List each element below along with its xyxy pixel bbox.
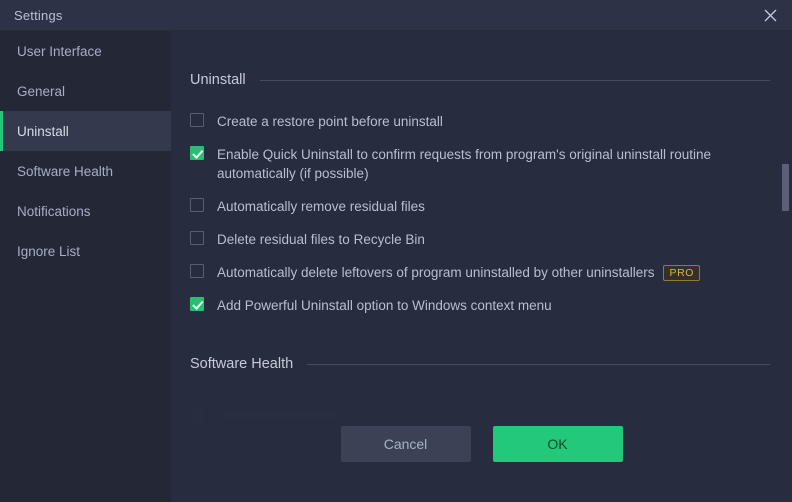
ok-button[interactable]: OK xyxy=(492,426,623,462)
option-label: Automatically delete leftovers of progra… xyxy=(217,263,701,282)
section-uninstall: Uninstall Create a restore point before … xyxy=(190,72,792,315)
sidebar-item-uninstall[interactable]: Uninstall xyxy=(0,111,171,151)
close-icon xyxy=(764,9,777,22)
option-auto-delete-leftovers[interactable]: Automatically delete leftovers of progra… xyxy=(190,263,792,282)
section-divider xyxy=(259,79,770,81)
sidebar-item-user-interface[interactable]: User Interface xyxy=(0,31,171,71)
option-delete-residual-to-recycle-bin[interactable]: Delete residual files to Recycle Bin xyxy=(190,230,792,249)
checkbox-unchecked-icon[interactable] xyxy=(190,113,204,127)
option-label: Create a restore point before uninstall xyxy=(217,114,443,129)
checkbox-checked-icon[interactable] xyxy=(190,297,204,311)
sidebar-item-software-health[interactable]: Software Health xyxy=(0,151,171,191)
pro-badge: PRO xyxy=(663,265,701,281)
dialog-footer: Cancel OK xyxy=(171,426,792,502)
cancel-button[interactable]: Cancel xyxy=(340,426,471,462)
option-create-restore-point[interactable]: Create a restore point before uninstall xyxy=(190,112,792,131)
uninstall-options-list: Create a restore point before uninstall … xyxy=(190,112,792,315)
checkbox-unchecked-icon[interactable] xyxy=(190,231,204,245)
checkbox-unchecked-icon[interactable] xyxy=(190,264,204,278)
option-label: Delete residual files to Recycle Bin xyxy=(217,232,425,247)
window-title: Settings xyxy=(14,7,63,23)
sidebar-item-label: Uninstall xyxy=(17,123,69,139)
sidebar: User Interface General Uninstall Softwar… xyxy=(0,31,171,502)
clipped-content-placeholder xyxy=(190,409,204,423)
option-label: Automatically remove residual files xyxy=(217,199,425,214)
option-auto-remove-residual-files[interactable]: Automatically remove residual files xyxy=(190,197,792,216)
clipped-content-placeholder xyxy=(219,411,339,420)
option-label: Enable Quick Uninstall to confirm reques… xyxy=(217,147,712,181)
title-bar: Settings xyxy=(0,0,792,31)
sidebar-item-label: User Interface xyxy=(17,43,102,59)
sidebar-item-label: Notifications xyxy=(17,203,91,219)
sidebar-item-label: Ignore List xyxy=(17,243,81,259)
section-software-health: Software Health xyxy=(190,356,792,372)
section-title: Uninstall xyxy=(190,72,246,88)
clipped-content-placeholder xyxy=(471,411,561,420)
section-header: Software Health xyxy=(190,356,792,372)
checkbox-checked-icon[interactable] xyxy=(190,146,204,160)
sidebar-item-label: General xyxy=(17,83,66,99)
scrollbar-thumb[interactable] xyxy=(782,164,789,211)
sidebar-item-general[interactable]: General xyxy=(0,71,171,111)
close-button[interactable] xyxy=(748,0,792,31)
sidebar-item-ignore-list[interactable]: Ignore List xyxy=(0,231,171,271)
sidebar-item-label: Software Health xyxy=(17,163,114,179)
option-add-powerful-uninstall-context-menu[interactable]: Add Powerful Uninstall option to Windows… xyxy=(190,296,792,315)
section-divider xyxy=(307,363,770,365)
option-label: Add Powerful Uninstall option to Windows… xyxy=(217,298,552,313)
option-enable-quick-uninstall[interactable]: Enable Quick Uninstall to confirm reques… xyxy=(190,145,792,183)
section-title: Software Health xyxy=(190,356,294,372)
section-header: Uninstall xyxy=(190,72,792,88)
option-label-text: Automatically delete leftovers of progra… xyxy=(217,265,655,280)
checkbox-unchecked-icon[interactable] xyxy=(190,198,204,212)
clipped-content-placeholder xyxy=(361,411,431,420)
settings-window: Settings User Interface General Uninstal… xyxy=(0,0,792,502)
scrollbar-track[interactable] xyxy=(780,31,792,502)
sidebar-item-notifications[interactable]: Notifications xyxy=(0,191,171,231)
